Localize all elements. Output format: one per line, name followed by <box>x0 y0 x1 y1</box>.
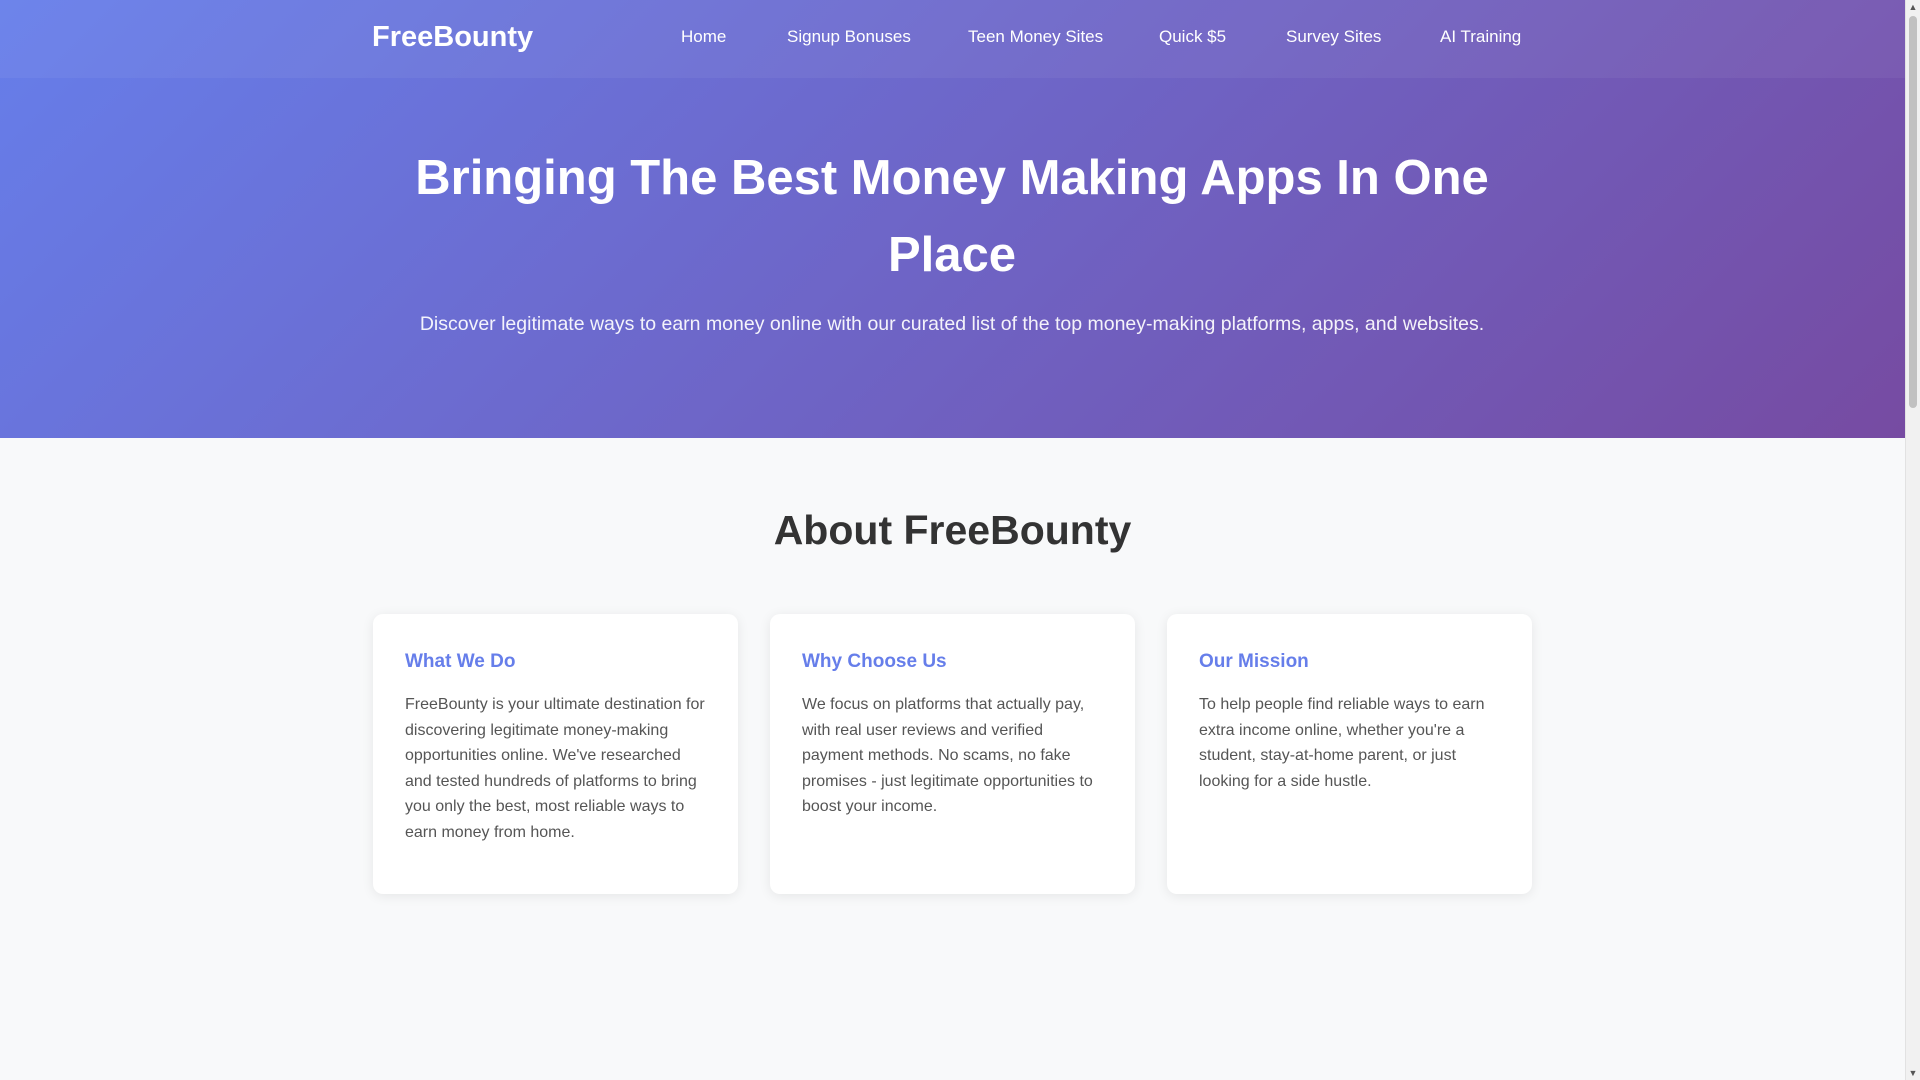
nav-links: Home Signup Bonuses Teen Money Sites Qui… <box>0 27 1905 51</box>
about-title: About FreeBounty <box>773 507 1132 553</box>
nav-link-survey-sites[interactable]: Survey Sites <box>1286 27 1381 47</box>
scroll-up-icon[interactable]: ▲ <box>1906 0 1920 14</box>
card-text: FreeBounty is your ultimate destination … <box>405 696 705 841</box>
card-title: Why Choose Us <box>802 651 947 672</box>
nav-link-ai-training[interactable]: AI Training <box>1440 27 1521 47</box>
scrollbar-thumb[interactable] <box>1909 16 1917 408</box>
card-why-choose-us: Why Choose Us We focus on platforms that… <box>770 614 1135 894</box>
card-title: Our Mission <box>1199 651 1309 672</box>
page: FreeBounty Home Signup Bonuses Teen Mone… <box>0 0 1905 1080</box>
card-text: We focus on platforms that actually pay,… <box>802 696 1093 816</box>
nav-link-teen-money-sites[interactable]: Teen Money Sites <box>968 27 1103 47</box>
card-title: What We Do <box>405 651 516 672</box>
nav-link-signup-bonuses[interactable]: Signup Bonuses <box>787 27 911 47</box>
navbar: FreeBounty Home Signup Bonuses Teen Mone… <box>0 0 1905 78</box>
hero-subtitle: Discover legitimate ways to earn money o… <box>419 313 1485 335</box>
hero-title: Bringing The Best Money Making Apps In O… <box>415 151 1489 282</box>
vertical-scrollbar[interactable]: ▲ ▼ <box>1905 0 1920 1080</box>
card-what-we-do: What We Do FreeBounty is your ultimate d… <box>373 614 738 894</box>
nav-link-quick-5[interactable]: Quick $5 <box>1159 27 1226 47</box>
hero-section: FreeBounty Home Signup Bonuses Teen Mone… <box>0 0 1905 438</box>
nav-link-home[interactable]: Home <box>681 27 726 47</box>
card-text: To help people find reliable ways to ear… <box>1199 696 1485 790</box>
card-our-mission: Our Mission To help people find reliable… <box>1167 614 1532 894</box>
scroll-down-icon[interactable]: ▼ <box>1906 1066 1920 1080</box>
